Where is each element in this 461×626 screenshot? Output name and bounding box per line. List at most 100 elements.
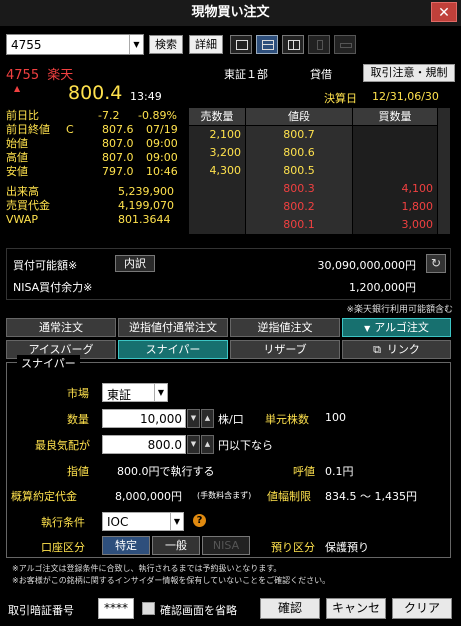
open-value: 807.0 (102, 137, 134, 150)
help-icon[interactable]: ? (193, 514, 206, 527)
layout-single-icon[interactable] (230, 35, 252, 54)
buying-power-label: 買付可能額※ (13, 259, 78, 272)
open-time: 09:00 (146, 137, 178, 150)
low-value: 797.0 (102, 165, 134, 178)
board-scrollbar[interactable] (438, 108, 450, 234)
limit-label: 指値 (67, 465, 89, 478)
low-time: 10:46 (146, 165, 178, 178)
board-bid-cell (353, 126, 437, 144)
qty-increment-button[interactable]: ▲ (201, 409, 214, 428)
rakuten-bank-note: ※楽天銀行利用可能額含む (346, 305, 453, 315)
best-quote-increment-button[interactable]: ▲ (201, 435, 214, 454)
price-limit-value: 834.5 ～ 1,435円 (325, 490, 417, 503)
board-price-cell[interactable]: 800.5 (246, 162, 352, 180)
trade-notice-button[interactable]: 取引注意・規制 (363, 64, 455, 82)
board-ask-cell: 3,200 (189, 144, 245, 162)
market-label: 東証１部 (224, 68, 268, 81)
breakdown-button[interactable]: 内訳 (115, 255, 155, 272)
window-title: 現物買い注文 (191, 5, 270, 20)
tab-reserve[interactable]: リザーブ (230, 340, 340, 359)
confirm-button[interactable]: 確認 (260, 598, 320, 619)
qty-input[interactable]: 10,000 (102, 409, 186, 428)
quote-row-change: 前日比 -7.2 -0.89% (6, 109, 186, 123)
buying-power-panel: 買付可能額※ 内訳 30,090,000,000円 ↻ NISA買付余力※ 1,… (6, 248, 451, 300)
toolbar: 4755 ▼ 検索 詳細 (6, 34, 456, 56)
turnover-value: 4,199,070 (118, 199, 174, 212)
form-title: スナイパー (17, 355, 80, 371)
tab-link[interactable]: ⧉ リンク (342, 340, 451, 359)
tab-normal-order[interactable]: 通常注文 (6, 318, 116, 337)
cancel-button[interactable]: キャンセル (326, 598, 386, 626)
quote-row-open: 始値 807.0 09:00 (6, 137, 186, 151)
stock-code: 4755 (6, 68, 40, 83)
market-select-value: 東証 (107, 388, 132, 402)
tab-sniper[interactable]: スナイパー (118, 340, 228, 359)
best-quote-input[interactable]: 800.0 (102, 435, 186, 454)
best-quote-decrement-button[interactable]: ▼ (187, 435, 200, 454)
nisa-power-value: 1,200,000円 (349, 281, 416, 294)
board-ask-cell: 4,300 (189, 162, 245, 180)
account-general-button[interactable]: 一般 (152, 536, 200, 555)
skip-confirm-checkbox[interactable] (142, 602, 155, 615)
chevron-down-icon[interactable]: ▼ (129, 35, 143, 54)
quote-row-prev-close: 前日終値 C 807.6 07/19 (6, 123, 186, 137)
quote-row-turnover: 売買代金 4,199,070 (6, 199, 186, 213)
estimate-label: 概算約定代金 (11, 490, 77, 503)
triangle-up-icon: ▲ (14, 84, 21, 93)
prev-close-date: 07/19 (146, 123, 178, 136)
vwap-label: VWAP (6, 213, 38, 226)
qty-label: 数量 (67, 413, 89, 426)
detail-button[interactable]: 詳細 (189, 35, 223, 54)
board-price-cell[interactable]: 800.3 (246, 180, 352, 198)
notes: ※アルゴ注文は登録条件に合致し、執行されるまでは予約扱いとなります。 ※お客様が… (12, 563, 330, 587)
board-price-cell[interactable]: 800.7 (246, 126, 352, 144)
refresh-icon[interactable]: ↻ (426, 254, 446, 273)
stock-title: 4755 楽天 (6, 64, 73, 83)
board-price-cell[interactable]: 800.2 (246, 198, 352, 216)
price-time: 13:49 (130, 90, 162, 103)
tick-label: 呼値 (293, 465, 315, 478)
board-price-header: 値段 (246, 108, 352, 125)
board-price-cell[interactable]: 800.1 (246, 216, 352, 234)
account-nisa-button[interactable]: NISA (202, 536, 250, 555)
layout-wide-icon[interactable] (334, 35, 356, 54)
clear-button[interactable]: クリア (392, 598, 452, 619)
change-pct: -0.89% (138, 109, 177, 122)
note-line-2: ※お客様がこの銘柄に関するインサイダー情報を保有していないことをご確認ください。 (12, 576, 331, 585)
tab-stop-only-order[interactable]: 逆指値注文 (230, 318, 340, 337)
qty-decrement-button[interactable]: ▼ (187, 409, 200, 428)
search-button[interactable]: 検索 (149, 35, 183, 54)
window-title-bar: 現物買い注文 ✕ (0, 0, 461, 26)
layout-narrow-icon[interactable] (308, 35, 330, 54)
layout-split-vertical-icon[interactable] (282, 35, 304, 54)
footer: 取引暗証番号 **** 確認画面を省略 確認 キャンセル クリア (6, 598, 456, 626)
turnover-label: 売買代金 (6, 199, 50, 212)
exec-condition-value: IOC (107, 515, 129, 529)
exec-condition-label: 執行条件 (41, 516, 85, 529)
estimate-value: 8,000,000円 (115, 490, 182, 503)
exec-condition-select[interactable]: IOC ▼ (102, 512, 184, 531)
layout-split-horizontal-icon[interactable] (256, 35, 278, 54)
pin-input[interactable]: **** (98, 598, 134, 619)
note-line-1: ※アルゴ注文は登録条件に合致し、執行されるまでは予約扱いとなります。 (12, 564, 282, 573)
volume-value: 5,239,900 (118, 185, 174, 198)
board-bid-cell: 3,000 (353, 216, 437, 234)
chevron-down-icon: ▼ (154, 384, 167, 401)
close-button[interactable]: ✕ (431, 2, 457, 22)
settlement-date: 12/31,06/30 (372, 90, 439, 103)
board-ask-cell: 2,100 (189, 126, 245, 144)
tab-algo-order[interactable]: ▼ アルゴ注文 (342, 318, 451, 337)
market-select[interactable]: 東証 ▼ (102, 383, 168, 402)
account-type-label: 口座区分 (41, 541, 85, 554)
account-specific-button[interactable]: 特定 (102, 536, 150, 555)
tab-stop-order[interactable]: 逆指値付通常注文 (118, 318, 228, 337)
board-price-cell[interactable]: 800.6 (246, 144, 352, 162)
skip-confirm-label: 確認画面を省略 (160, 604, 237, 617)
stock-code-input[interactable]: 4755 ▼ (6, 34, 144, 55)
board-bid-cell (353, 162, 437, 180)
nisa-power-label: NISA買付余力※ (13, 281, 93, 294)
board-ask-cell (189, 180, 245, 198)
board-bid-cell: 1,800 (353, 198, 437, 216)
open-label: 始値 (6, 137, 28, 150)
chevron-down-icon: ▼ (170, 513, 183, 530)
